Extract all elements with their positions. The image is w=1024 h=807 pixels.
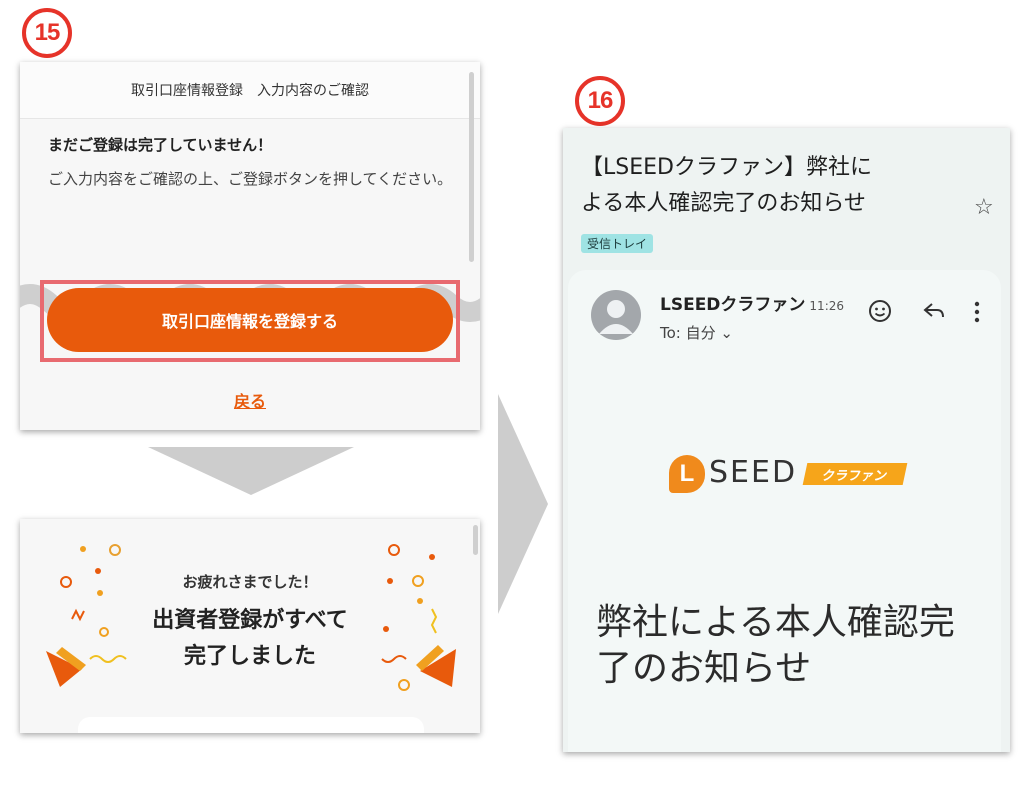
down-arrow xyxy=(148,447,354,495)
instruction-text: ご入力内容をご確認の上、ご登録ボタンを押してください。 xyxy=(48,170,453,188)
email-headline: 弊社による本人確認完 了のお知らせ xyxy=(596,600,986,692)
star-icon[interactable]: ☆ xyxy=(974,195,994,220)
email-headline-line1: 弊社による本人確認完 xyxy=(596,602,955,643)
smile-icon[interactable] xyxy=(868,299,892,323)
completion-title: 出資者登録がすべて 完了しました xyxy=(20,603,480,675)
email-time: 11:26 xyxy=(809,299,845,313)
completion-title-line2: 完了しました xyxy=(183,644,316,669)
email-headline-line2: 了のお知らせ xyxy=(596,648,812,689)
logo-mark: L xyxy=(669,455,705,493)
logo-tag: クラファン xyxy=(802,463,908,485)
email-screen: 【LSEEDクラファン】弊社に よる本人確認完了のお知らせ ☆ 受信トレイ LS… xyxy=(563,128,1010,752)
congrats-text: お疲れさまでした！ xyxy=(182,573,318,591)
inbox-label-chip[interactable]: 受信トレイ xyxy=(581,234,654,253)
recipient-line[interactable]: To: 自分 ⌄ xyxy=(660,322,733,343)
avatar-icon[interactable] xyxy=(591,290,641,340)
back-link[interactable]: 戻る xyxy=(20,388,480,412)
sender-name-text: LSEEDクラファン xyxy=(660,295,806,315)
email-subject: 【LSEEDクラファン】弊社に よる本人確認完了のお知らせ xyxy=(581,150,961,222)
email-subject-line1: 【LSEEDクラファン】弊社に xyxy=(581,155,872,180)
page-title: 取引口座情報登録 入力内容のご確認 xyxy=(20,62,480,119)
sender-name: LSEEDクラファン 11:26 xyxy=(660,290,844,315)
incomplete-warning: まだご登録は完了していません！ xyxy=(48,136,273,154)
right-arrow xyxy=(498,394,548,614)
confirmation-screen: 取引口座情報登録 入力内容のご確認 まだご登録は完了していません！ ご入力内容を… xyxy=(20,62,480,430)
completion-screen: お疲れさまでした！ 出資者登録がすべて 完了しました xyxy=(20,519,480,733)
register-account-button[interactable]: 取引口座情報を登録する xyxy=(47,288,453,352)
step-15-badge: 15 xyxy=(22,8,72,58)
step-16-badge: 16 xyxy=(575,76,625,126)
content-card xyxy=(78,717,424,733)
reply-icon[interactable] xyxy=(922,300,946,322)
completion-title-line1: 出資者登録がすべて xyxy=(152,608,348,633)
logo-wordmark: SEED xyxy=(709,455,798,490)
more-vert-icon[interactable] xyxy=(973,301,981,323)
scrollbar[interactable] xyxy=(469,72,474,262)
email-subject-line2: よる本人確認完了のお知らせ xyxy=(581,191,866,216)
